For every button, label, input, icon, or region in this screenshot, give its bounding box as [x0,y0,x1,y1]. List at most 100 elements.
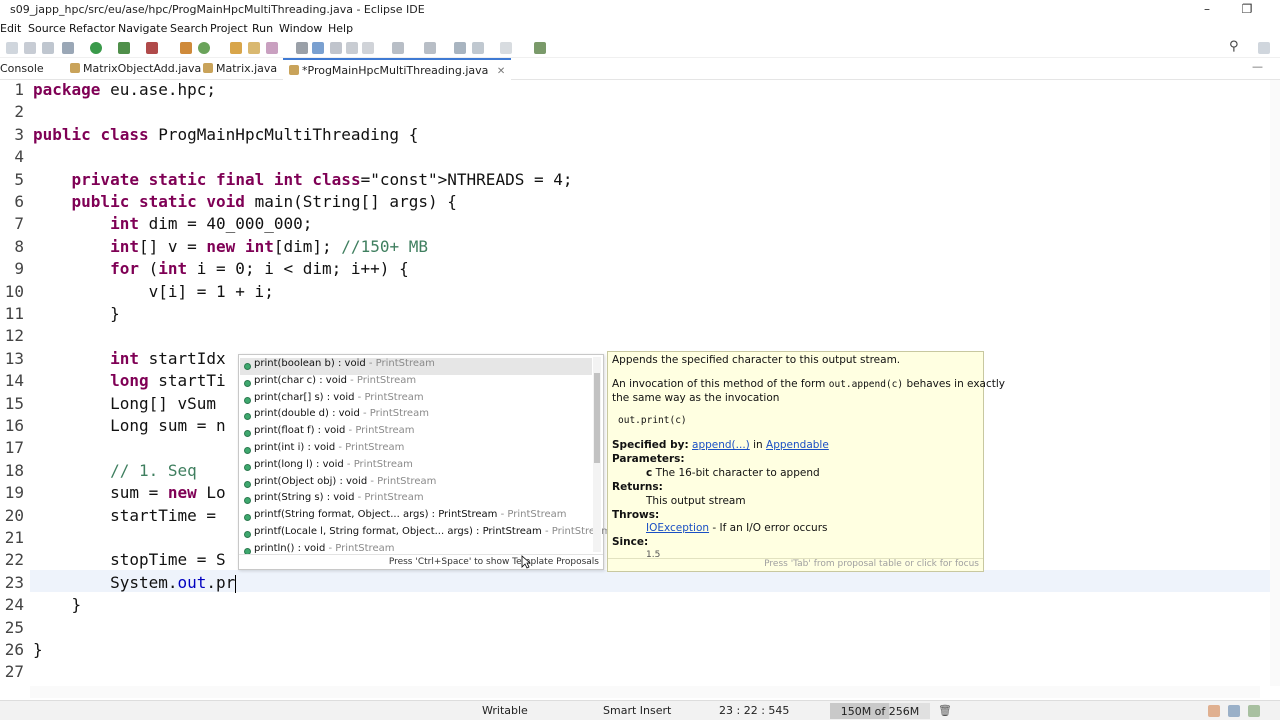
forward-icon[interactable] [500,42,512,54]
garbage-collect-icon[interactable]: 🗑 [938,704,952,717]
code-line[interactable]: int startIdx [33,349,226,368]
proposal-separator: - [541,526,552,537]
proposal-scrollbar-thumb[interactable] [594,373,600,463]
javadoc-hover[interactable]: Appends the specified character to this … [607,351,1005,572]
menu-window[interactable]: Window [279,22,322,35]
code-line[interactable]: sum = new Lo [33,483,226,502]
editor-tab-bar: Console MatrixObjectAdd.java Matrix.java… [0,58,1280,80]
proposal-separator: - [359,408,370,420]
word-wrap-icon[interactable] [346,42,358,54]
code-line[interactable]: for (int i = 0; i < dim; i++) { [33,259,409,278]
code-line[interactable]: public static void main(String[] args) { [33,192,457,211]
editor-vertical-scrollbar[interactable] [1270,80,1280,686]
mark-occurrences-icon[interactable] [312,42,324,54]
proposal-item[interactable]: printf(Locale l, String format, Object..… [240,526,611,543]
doc-description-1: An invocation of this method of the form… [612,378,1005,390]
code-line[interactable]: int dim = 40_000_000; [33,214,312,233]
new-java-project-icon[interactable] [180,42,192,54]
proposal-item[interactable]: print(double d) : void - PrintStream [240,408,592,425]
notification-icon[interactable] [1208,705,1220,717]
previous-annotation-icon[interactable] [424,42,436,54]
tab-console[interactable]: Console [0,62,44,75]
code-line[interactable]: private static final int class="const">N… [33,170,573,189]
code-line[interactable]: stopTime = S [33,550,226,569]
heap-status[interactable]: 150M of 256M [830,703,930,719]
doc-ioexception-link[interactable]: IOException [646,522,709,534]
task-icon[interactable] [1248,705,1260,717]
code-line[interactable]: } [33,595,82,614]
proposal-type: PrintStream [364,492,424,504]
back-icon[interactable] [472,42,484,54]
proposal-separator: - [325,542,336,554]
proposal-item[interactable]: print(Object obj) : void - PrintStream [240,476,592,493]
line-number: 24 [4,595,24,615]
new-icon[interactable] [6,42,18,54]
search-tool-icon[interactable] [266,42,278,54]
open-type-icon[interactable] [230,42,242,54]
proposal-separator: - [343,458,354,470]
close-icon[interactable]: ✕ [497,66,505,77]
save-all-icon[interactable] [42,42,54,54]
menu-project[interactable]: Project [210,22,248,35]
next-annotation-icon[interactable] [392,42,404,54]
save-icon[interactable] [24,42,36,54]
run-icon[interactable] [90,42,102,54]
new-class-icon[interactable] [198,42,210,54]
debug-icon[interactable] [118,42,130,54]
doc-text: An invocation of this method of the form [612,378,826,390]
search-icon[interactable]: ⚲ [1229,39,1239,54]
skip-breakpoints-icon[interactable] [62,42,74,54]
menu-search[interactable]: Search [170,22,208,35]
progress-icon[interactable] [1228,705,1240,717]
code-line[interactable]: public class ProgMainHpcMultiThreading { [33,125,418,144]
proposal-item[interactable]: printf(String format, Object... args) : … [240,509,592,526]
content-assist-popup[interactable]: print(boolean b) : void - PrintStream pri… [238,354,611,570]
open-folder-icon[interactable] [248,42,260,54]
code-line[interactable]: } [33,640,43,659]
tab-matrix-object-add[interactable]: MatrixObjectAdd.java [70,62,201,75]
minimize-button[interactable]: – [1192,2,1222,18]
perspective-icon[interactable] [1258,42,1270,54]
proposal-item[interactable]: print(String s) : void - PrintStream [240,492,592,509]
menu-source[interactable]: Source [28,22,66,35]
menu-navigate[interactable]: Navigate [118,22,167,35]
code-line[interactable]: long startTi [33,371,226,390]
code-line[interactable]: v[i] = 1 + i; [33,282,274,301]
status-writable: Writable [482,704,528,717]
code-line[interactable]: Long sum = n [33,416,226,435]
editor-horizontal-scrollbar[interactable] [30,686,1260,698]
show-whitespace-icon[interactable] [362,42,374,54]
line-number: 25 [4,617,24,637]
menu-refactor[interactable]: Refactor [69,22,115,35]
code-line[interactable]: } [33,304,120,323]
code-line[interactable]: package eu.ase.hpc; [33,80,216,99]
public-method-icon [244,447,251,454]
proposal-item[interactable]: print(float f) : void - PrintStream [240,425,592,442]
coverage-icon[interactable] [146,42,158,54]
code-line[interactable]: startTime = [33,506,226,525]
minimize-view-icon[interactable]: — [1252,60,1263,73]
doc-appendable-link[interactable]: Appendable [766,439,829,451]
menu-edit[interactable]: Edit [0,22,21,35]
maximize-button[interactable]: ❐ [1232,2,1262,18]
code-line[interactable]: // 1. Seq [33,461,197,480]
code-line[interactable]: Long[] vSum [33,394,226,413]
code-line[interactable]: int[] v = new int[dim]; //150+ MB [33,237,428,256]
proposal-scrollbar[interactable] [593,357,601,552]
menu-run[interactable]: Run [252,22,273,35]
proposal-item[interactable]: print(long l) : void - PrintStream [240,459,592,476]
public-method-icon [244,396,251,404]
menu-help[interactable]: Help [328,22,353,35]
pin-editor-icon[interactable] [534,42,546,54]
proposal-item[interactable]: print(boolean b) : void - PrintStream [240,358,592,375]
proposal-item[interactable]: print(char c) : void - PrintStream [240,375,592,392]
tab-matrix[interactable]: Matrix.java [203,62,277,75]
block-selection-icon[interactable] [330,42,342,54]
code-line[interactable]: System.out.pr [33,573,235,592]
tab-prog-main-hpc-multithreading[interactable]: *ProgMainHpcMultiThreading.java ✕ [283,58,512,80]
proposal-item[interactable]: print(char[] s) : void - PrintStream [240,392,592,409]
doc-append-link[interactable]: append(...) [692,439,750,451]
annotation-icon[interactable] [296,42,308,54]
last-edit-icon[interactable] [454,42,466,54]
proposal-item[interactable]: print(int i) : void - PrintStream [240,442,592,459]
